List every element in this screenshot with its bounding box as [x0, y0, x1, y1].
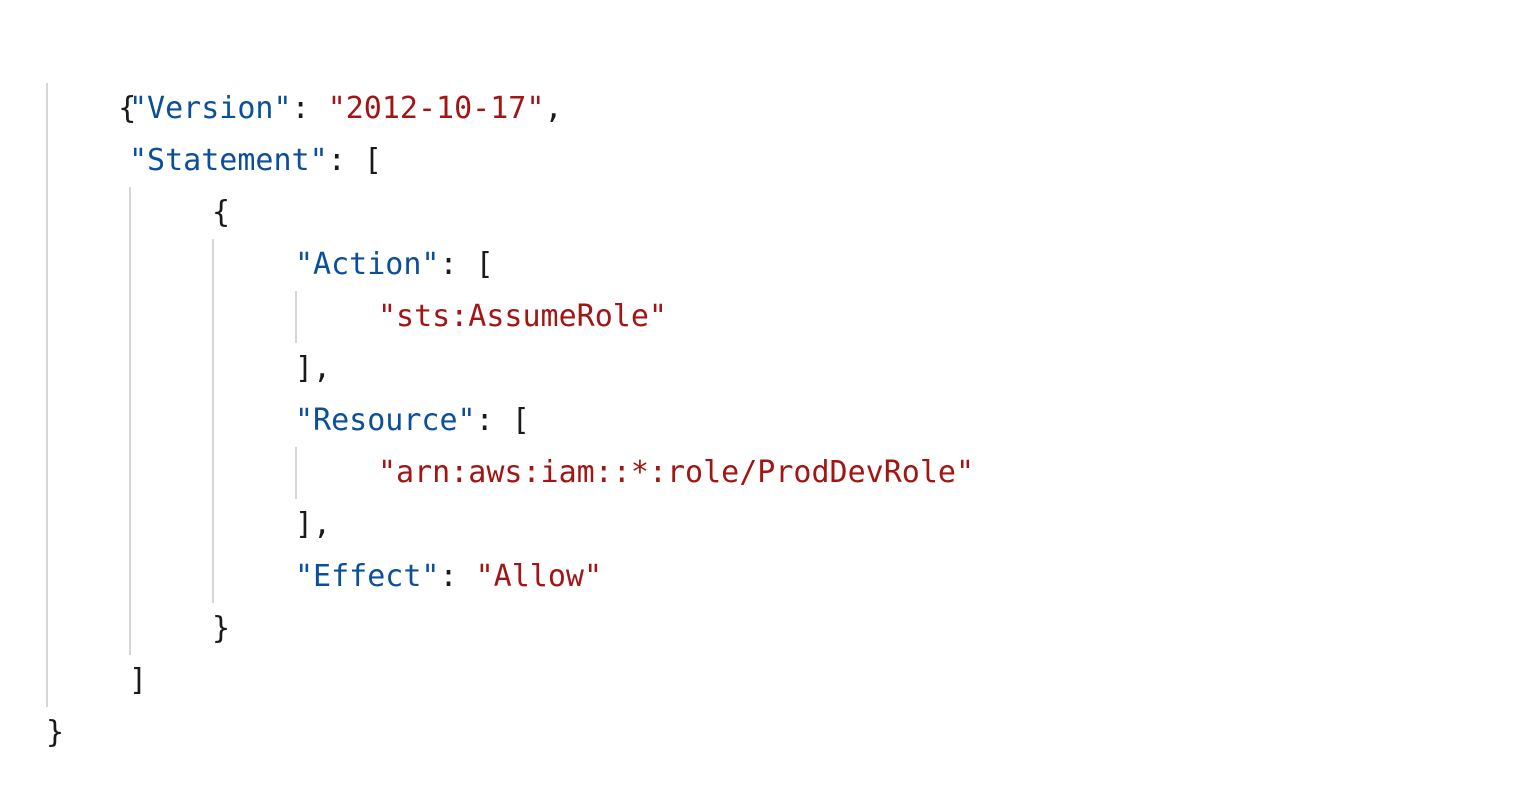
code-line-3: "Statement": [: [46, 135, 974, 187]
colon: :: [327, 143, 346, 178]
code-line-7: ],: [46, 343, 974, 395]
version-value: "2012-10-17": [327, 91, 545, 126]
effect-value: "Allow": [475, 559, 603, 594]
action-key: "Action": [295, 247, 440, 282]
colon: :: [439, 559, 458, 594]
resource-key: "Resource": [295, 403, 476, 438]
close-bracket-comma: ],: [295, 351, 332, 386]
open-bracket: [: [363, 143, 382, 178]
code-line-8: "Resource": [: [46, 395, 974, 447]
statement-key: "Statement": [129, 143, 328, 178]
code-line-6: "sts:AssumeRole": [46, 291, 974, 343]
open-brace: {: [212, 195, 231, 230]
code-line-5: "Action": [: [46, 239, 974, 291]
code-line-2: "Version": "2012-10-17",: [46, 83, 974, 135]
close-brace: }: [212, 611, 231, 646]
code-line-1: {: [46, 31, 974, 126]
json-code-viewer: { "Version": "2012-10-17", "Statement": …: [46, 31, 974, 759]
version-key: "Version": [129, 91, 292, 126]
code-line-10: ],: [46, 499, 974, 551]
close-brace: }: [46, 715, 65, 750]
code-line-9: "arn:aws:iam::*:role/ProdDevRole": [46, 447, 974, 499]
comma: ,: [544, 91, 563, 126]
colon: :: [439, 247, 458, 282]
code-line-4: {: [46, 187, 974, 239]
colon: :: [291, 91, 310, 126]
resource-value: "arn:aws:iam::*:role/ProdDevRole": [378, 455, 975, 490]
code-line-13: ]: [46, 655, 974, 707]
code-line-11: "Effect": "Allow": [46, 551, 974, 603]
colon: :: [475, 403, 494, 438]
code-line-12: }: [46, 603, 974, 655]
code-line-14: }: [46, 707, 974, 759]
open-bracket: [: [511, 403, 530, 438]
open-bracket: [: [475, 247, 494, 282]
effect-key: "Effect": [295, 559, 440, 594]
close-bracket: ]: [129, 663, 148, 698]
close-bracket-comma: ],: [295, 507, 332, 542]
action-value: "sts:AssumeRole": [378, 299, 667, 334]
